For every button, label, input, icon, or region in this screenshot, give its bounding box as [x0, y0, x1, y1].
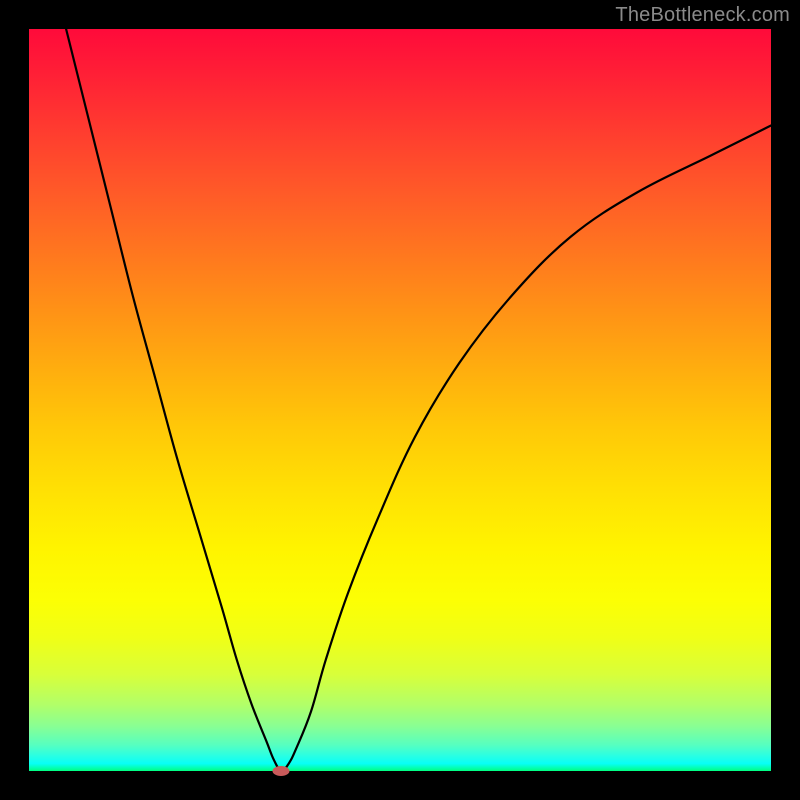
optimal-point-marker — [273, 766, 290, 776]
bottleneck-curve — [66, 29, 771, 771]
curve-svg — [29, 29, 771, 771]
plot-area — [29, 29, 771, 771]
chart-frame: TheBottleneck.com — [0, 0, 800, 800]
watermark-text: TheBottleneck.com — [615, 4, 790, 27]
